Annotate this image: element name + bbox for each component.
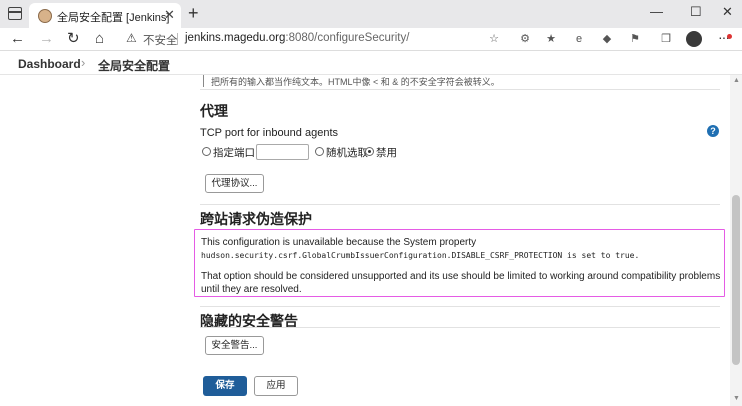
csrf-notice-line3: That option should be considered unsuppo… [201, 271, 721, 295]
tab-close-icon[interactable]: ✕ [164, 7, 175, 23]
section-divider [200, 89, 720, 90]
port-number-input[interactable] [256, 144, 309, 160]
agents-section-title: 代理 [200, 103, 228, 119]
scroll-up-arrow-icon[interactable]: ▲ [733, 77, 740, 84]
section-divider [200, 327, 720, 328]
profile-avatar[interactable] [686, 31, 702, 47]
new-tab-button[interactable]: + [188, 3, 199, 23]
url-field[interactable]: jenkins.magedu.org:8080/configureSecurit… [185, 32, 409, 44]
breadcrumb-current[interactable]: 全局安全配置 [98, 57, 170, 74]
extension-settings-icon[interactable]: ⚙ [518, 32, 532, 46]
favorite-star-icon[interactable]: ☆ [487, 32, 501, 46]
csrf-property-name: hudson.security.csrf.GlobalCrumbIssuerCo… [201, 251, 640, 260]
section-divider [200, 306, 720, 307]
breadcrumb-dashboard-link[interactable]: Dashboard [18, 57, 81, 71]
maximize-button[interactable]: ☐ [690, 4, 702, 20]
back-button[interactable]: ← [10, 30, 25, 48]
address-divider [177, 33, 178, 45]
section-divider [200, 204, 720, 205]
save-button[interactable]: 保存 [203, 376, 247, 396]
browser-tab-jenkins[interactable]: 全局安全配置 [Jenkins] ✕ [29, 3, 181, 28]
extension-star-icon[interactable]: ★ [544, 32, 558, 46]
csrf-unavailable-notice: This configuration is unavailable becaus… [194, 229, 725, 297]
radio-disable-port[interactable] [365, 147, 374, 156]
page-scrollbar[interactable]: ▲ ▼ [730, 75, 742, 406]
collections-icon[interactable]: ❒ [659, 32, 673, 46]
insecure-label[interactable]: 不安全 [143, 32, 178, 48]
security-warnings-button[interactable]: 安全警告... [205, 336, 264, 355]
breadcrumb-separator: › [81, 55, 86, 70]
scroll-down-arrow-icon[interactable]: ▼ [733, 395, 740, 402]
close-window-button[interactable]: ✕ [722, 4, 733, 20]
hidden-warnings-section-title: 隐藏的安全警告 [200, 313, 298, 329]
warning-icon[interactable]: ⚠ [126, 31, 137, 45]
csrf-section-title: 跨站请求伪造保护 [200, 211, 312, 227]
radio-random-port[interactable] [315, 147, 324, 156]
url-path: :8080/configureSecurity/ [285, 32, 410, 44]
tab-bar: 全局安全配置 [Jenkins] ✕ + — ☐ ✕ [0, 0, 742, 28]
home-button[interactable]: ⌂ [95, 30, 104, 48]
main-content: 把所有的输入都当作纯文本。HTML中像 < 和 & 的不安全字符会被转义。 代理… [0, 75, 730, 406]
extension-edge-icon[interactable]: e [572, 32, 586, 46]
tab-title: 全局安全配置 [Jenkins] [57, 12, 170, 24]
notification-dot [727, 34, 732, 39]
agent-protocols-button[interactable]: 代理协议... [205, 174, 264, 193]
radio-random-port-label[interactable]: 随机选取 [326, 145, 368, 160]
tcp-port-label: TCP port for inbound agents [200, 127, 338, 139]
url-host: jenkins.magedu.org [185, 32, 286, 44]
extension-flag-icon[interactable]: ⚑ [628, 32, 642, 46]
csrf-notice-line1: This configuration is unavailable becaus… [201, 237, 477, 248]
markup-formatter-note: 把所有的输入都当作纯文本。HTML中像 < 和 & 的不安全字符会被转义。 [211, 77, 500, 87]
reload-button[interactable]: ↻ [67, 30, 80, 48]
breadcrumb: Dashboard › 全局安全配置 [0, 51, 742, 75]
radio-disable-port-label[interactable]: 禁用 [376, 145, 397, 160]
forward-button[interactable]: → [39, 30, 54, 48]
jenkins-favicon-icon [38, 9, 52, 23]
extension-diamond-icon[interactable]: ◆ [600, 32, 614, 46]
note-bar [203, 75, 204, 87]
help-icon[interactable]: ? [707, 125, 719, 137]
address-bar-row: ← → ↻ ⌂ ⚠ 不安全 jenkins.magedu.org:8080/co… [0, 28, 742, 50]
radio-fixed-port-label[interactable]: 指定端口 : [213, 145, 261, 160]
minimize-button[interactable]: — [650, 4, 663, 19]
scroll-thumb[interactable] [732, 195, 740, 365]
apply-button[interactable]: 应用 [254, 376, 298, 396]
radio-fixed-port[interactable] [202, 147, 211, 156]
window-menu-icon[interactable] [8, 7, 22, 20]
